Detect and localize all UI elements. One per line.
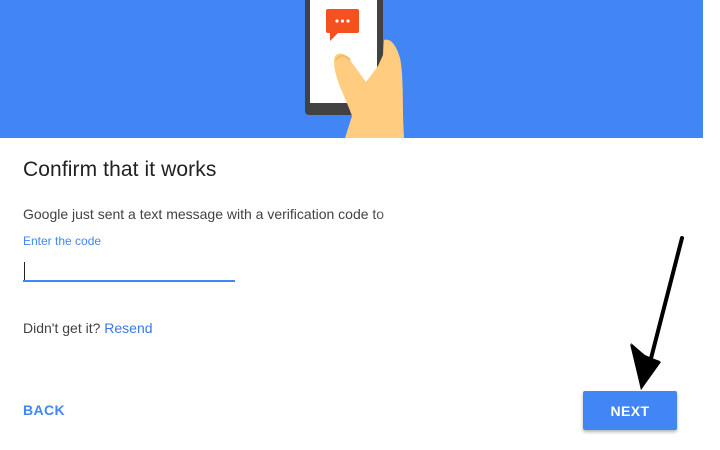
hero-banner: [0, 0, 703, 138]
phone-with-chat-bubble-illustration: [305, 0, 404, 138]
text-caret: [24, 262, 25, 280]
right-edge: [703, 0, 720, 450]
resend-link[interactable]: Resend: [104, 320, 152, 336]
resend-prompt: Didn't get it?: [23, 320, 101, 336]
page-title: Confirm that it works: [23, 158, 217, 181]
verification-code-input[interactable]: [23, 256, 235, 282]
next-button[interactable]: NEXT: [583, 391, 677, 430]
back-button[interactable]: BACK: [23, 402, 65, 418]
resend-row: Didn't get it? Resend: [23, 320, 153, 336]
verification-description: Google just sent a text message with a v…: [23, 206, 385, 222]
code-field-label: Enter the code: [23, 234, 102, 248]
